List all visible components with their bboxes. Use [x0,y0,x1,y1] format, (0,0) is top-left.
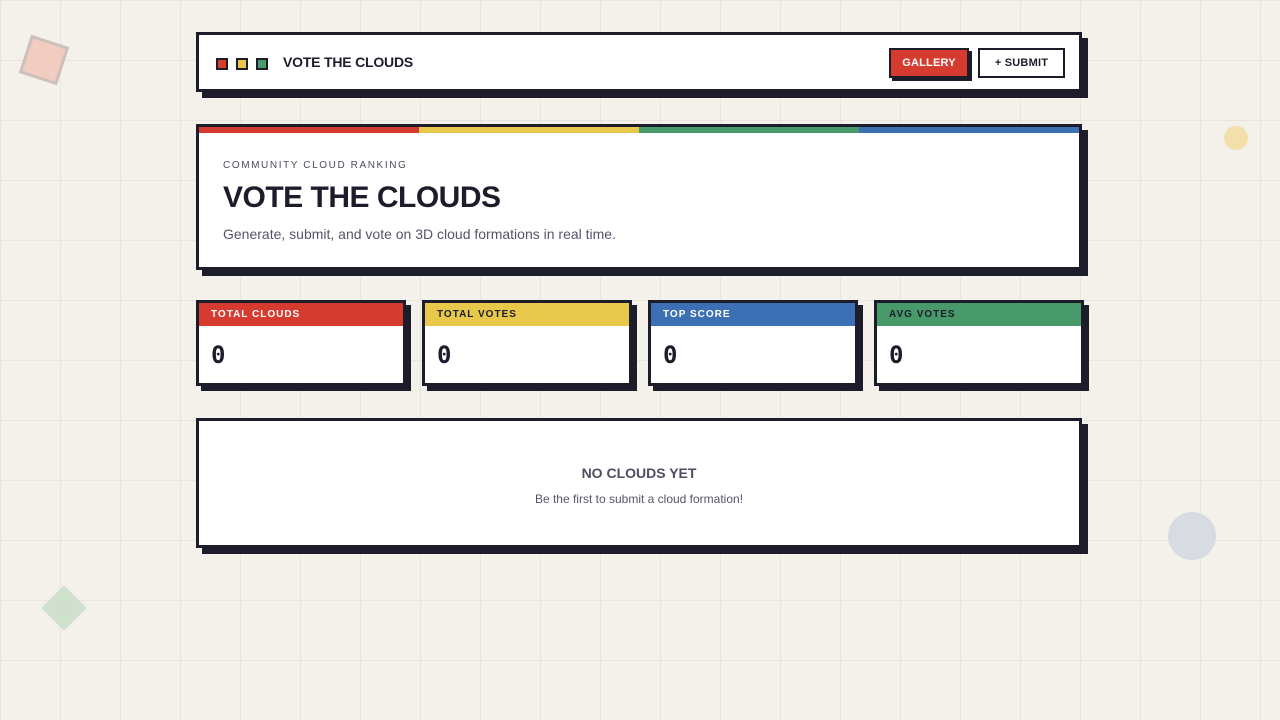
stripe-green [639,127,859,133]
red-square-icon [216,58,228,70]
empty-state-subtitle: Be the first to submit a cloud formation… [534,492,744,506]
empty-state-title: NO CLOUDS YET [581,465,697,481]
stat-card-total-clouds: TOTAL CLOUDS 0 [196,300,406,386]
color-stripe [199,127,1079,133]
stripe-yellow [419,127,639,133]
stripe-red [199,127,419,133]
stat-value: 0 [437,341,452,369]
hero-card: COMMUNITY CLOUD RANKING VOTE THE CLOUDS … [196,124,1082,270]
stat-card-avg-votes: AVG VOTES 0 [874,300,1084,386]
gallery-button[interactable]: GALLERY [889,48,969,78]
hero-eyebrow: COMMUNITY CLOUD RANKING [223,160,408,171]
stat-label: TOTAL VOTES [425,303,629,326]
stat-value: 0 [889,341,904,369]
top-nav-bar: VOTE THE CLOUDS GALLERY + SUBMIT [196,32,1082,92]
yellow-square-icon [236,58,248,70]
decorative-gray-dot [1168,512,1216,560]
decorative-square [18,34,70,86]
decorative-diamond [41,585,87,631]
stat-card-total-votes: TOTAL VOTES 0 [422,300,632,386]
stat-value: 0 [211,341,226,369]
page-title: VOTE THE CLOUDS [223,181,501,214]
stat-label: AVG VOTES [877,303,1081,326]
green-square-icon [256,58,268,70]
brand-title[interactable]: VOTE THE CLOUDS [283,54,413,70]
stat-label: TOP SCORE [651,303,855,326]
submit-button[interactable]: + SUBMIT [978,48,1065,78]
stripe-blue [859,127,1079,133]
cloud-list-empty-state: NO CLOUDS YET Be the first to submit a c… [196,418,1082,548]
stat-value: 0 [663,341,678,369]
hero-subtitle: Generate, submit, and vote on 3D cloud f… [223,226,616,242]
stat-card-top-score: TOP SCORE 0 [648,300,858,386]
stat-label: TOTAL CLOUDS [199,303,403,326]
decorative-yellow-dot [1224,126,1248,150]
